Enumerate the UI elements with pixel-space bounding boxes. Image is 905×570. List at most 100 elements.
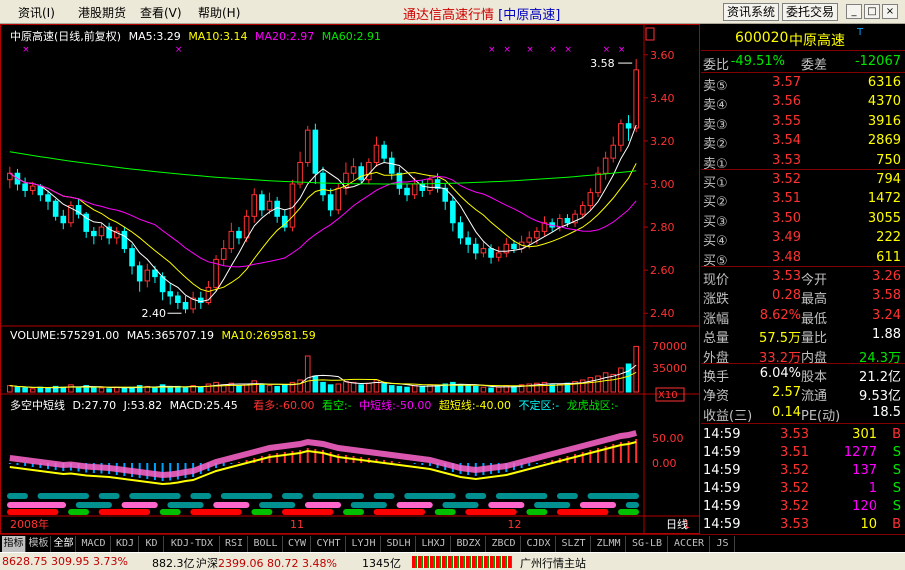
server-name[interactable]: 广州行情主站: [520, 555, 586, 570]
buy-row: 买⑤ 3.48 611: [701, 250, 905, 269]
tick-price: 3.52: [780, 463, 809, 478]
volume-bar: [205, 383, 212, 393]
volume-bar: [488, 387, 494, 393]
tab-rsi[interactable]: RSI: [221, 536, 248, 552]
volume-bar: [404, 386, 410, 393]
sell-price: 3.55: [772, 113, 801, 129]
tab-cyw[interactable]: CYW: [284, 536, 311, 552]
menu-hk-futures[interactable]: 港股期货: [78, 4, 126, 21]
menu-view[interactable]: 查看(V): [140, 4, 182, 21]
info-system-button[interactable]: 资讯系统: [723, 3, 780, 21]
stat-label: 股本: [801, 370, 828, 385]
tab-cyht[interactable]: CYHT: [312, 536, 346, 552]
wb-label: 委比: [703, 58, 730, 73]
sell-row: 卖③ 3.55 3916: [701, 113, 905, 133]
tick-time: 14:59: [703, 427, 741, 442]
tab-sg-lb[interactable]: SG-LB: [627, 536, 668, 552]
signal-marker: ×: [603, 45, 611, 55]
stat-value: 8.62%: [759, 307, 801, 323]
tab-js[interactable]: JS: [711, 536, 735, 552]
indicator-kankong: 看空:-: [321, 399, 352, 412]
maximize-button[interactable]: □: [864, 4, 880, 19]
hs-index-block: 沪深2399.06 80.72 3.48%: [196, 555, 337, 570]
close-button[interactable]: ×: [882, 4, 898, 19]
volume-tick-label: 35000: [652, 362, 687, 375]
tab-全部[interactable]: 全部: [52, 536, 76, 552]
signal-bar: [281, 493, 303, 499]
tab-accer[interactable]: ACCER: [669, 536, 710, 552]
candle-body: [121, 230, 128, 250]
menu-help[interactable]: 帮助(H): [198, 4, 240, 21]
hs-amount: 1345亿: [362, 557, 401, 570]
volume-bar: [450, 381, 456, 393]
indicator-zhongduan: 中短线:-50.00: [359, 399, 432, 412]
kline-chart-svg[interactable]: 3.60 3.40 3.20 3.00 2.80 2.60 2.40 3.58 2.40 × × × ×…: [0, 24, 773, 534]
signal-marker: ×: [549, 45, 557, 55]
volume-bar: [366, 382, 372, 393]
signal-bar: [251, 509, 273, 515]
volume-bar: [618, 367, 624, 393]
buy-row: 买① 3.52 794: [701, 172, 905, 191]
signal-bar: [190, 509, 242, 515]
tick-price: 3.51: [780, 445, 809, 460]
app-title: 通达信高速行情 [中原高速]: [403, 8, 561, 23]
buy-price: 3.52: [772, 172, 801, 187]
tab-macd[interactable]: MACD: [77, 536, 111, 552]
candle-body: [534, 230, 540, 239]
volume-bar: [381, 383, 387, 393]
candle-body: [335, 187, 342, 211]
volume-bar: [7, 385, 13, 393]
signal-bar: [220, 493, 273, 499]
signal-bar: [495, 493, 548, 499]
sh-index: 8628.75: [2, 555, 48, 568]
tab-zlmm[interactable]: ZLMM: [592, 536, 626, 552]
volume-unit-label: X10: [658, 390, 678, 401]
price-tick-label: 2.80: [650, 221, 675, 234]
candle-body: [488, 248, 494, 258]
signal-bar: [579, 502, 617, 508]
kline-chart-area[interactable]: 3.60 3.40 3.20 3.00 2.80 2.60 2.40 3.58 2.40 × × × ×…: [0, 24, 773, 534]
stat-label: 总量: [703, 331, 730, 347]
volume-bar: [282, 384, 288, 393]
tab-slzt[interactable]: SLZT: [557, 536, 591, 552]
volume-bar: [320, 381, 326, 393]
tick-side: S: [892, 499, 901, 514]
candle-body: [243, 215, 250, 239]
price-tick-label: 2.60: [650, 264, 675, 277]
tab-cjdx[interactable]: CJDX: [522, 536, 556, 552]
tick-side: B: [892, 427, 901, 442]
candle-body: [618, 123, 624, 146]
stock-name-label: 中原高速(日线,前复权): [10, 30, 122, 43]
trade-mark: T: [857, 27, 864, 38]
volume-label: VOLUME:575291.00: [10, 329, 120, 342]
stat-row: 收益(三) 0.14 PE(动) 18.5: [701, 405, 905, 424]
tab-lyjh[interactable]: LYJH: [347, 536, 381, 552]
tab-zbcd[interactable]: ZBCD: [487, 536, 521, 552]
menu-info[interactable]: 资讯(I): [18, 4, 55, 21]
indicator-legend: 多空中短线 D:27.70 J:53.82 MACD:25.45 看多:-60.…: [10, 397, 622, 413]
tab-kd[interactable]: KD: [140, 536, 164, 552]
stat-row: 涨幅 8.62% 最低 3.24: [701, 307, 905, 327]
tab-boll[interactable]: BOLL: [249, 536, 283, 552]
tab-lhxj[interactable]: LHXJ: [417, 536, 451, 552]
candle-body: [595, 172, 601, 194]
tab-指标[interactable]: 指标: [2, 536, 26, 552]
signal-bar: [465, 493, 487, 499]
tab-kdj-tdx[interactable]: KDJ-TDX: [165, 536, 220, 552]
candle-body: [602, 157, 609, 174]
buy-price: 3.49: [772, 230, 801, 246]
candle-body: [480, 248, 487, 254]
candle-body: [404, 187, 410, 196]
signal-bar: [37, 493, 90, 499]
indicator-tick-label: 0.00: [652, 457, 677, 470]
tab-kdj[interactable]: KDJ: [112, 536, 139, 552]
minimize-button[interactable]: _: [846, 4, 862, 19]
indicator-name: 多空中短线: [10, 399, 65, 412]
trade-button[interactable]: 委托交易: [782, 3, 839, 21]
signal-bar: [213, 502, 250, 508]
tab-sdlh[interactable]: SDLH: [382, 536, 416, 552]
tab-模板[interactable]: 模板: [27, 536, 51, 552]
tab-bdzx[interactable]: BDZX: [452, 536, 486, 552]
stat-value: 3.53: [772, 269, 801, 284]
tick-row: 14:59 3.53 10 B: [701, 517, 905, 535]
